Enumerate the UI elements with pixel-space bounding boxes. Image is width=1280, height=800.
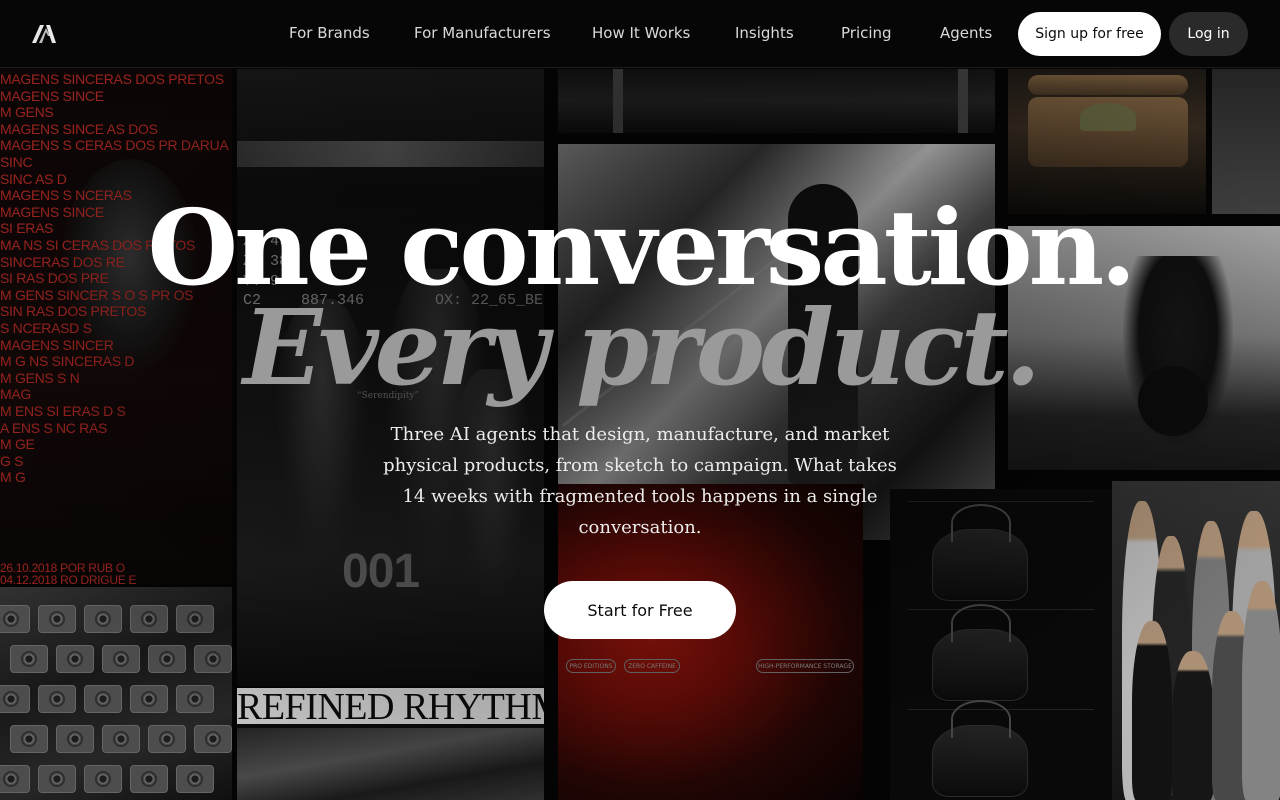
person-figure [1172, 651, 1214, 800]
handbag [932, 700, 1028, 797]
camera [10, 725, 48, 753]
camera [38, 605, 76, 633]
nav-link-for-brands[interactable]: For Brands [289, 24, 370, 42]
hero-subtitle: Three AI agents that design, manufacture… [383, 424, 897, 538]
camera [176, 605, 214, 633]
camera [194, 645, 232, 673]
camera [148, 645, 186, 673]
camera [38, 685, 76, 713]
brand-logo-icon[interactable] [31, 24, 57, 44]
pillar [613, 69, 623, 133]
start-for-free-button[interactable]: Start for Free [544, 581, 736, 639]
signup-button[interactable]: Sign up for free [1018, 12, 1161, 56]
camera [176, 765, 214, 793]
red-text-line: M GENS [0, 104, 54, 121]
light-bar [237, 141, 544, 167]
hero-headline-italic: Every product. [242, 286, 1041, 409]
camera [130, 685, 168, 713]
red-text-line: G S [0, 452, 24, 469]
handbag [932, 504, 1028, 601]
camera [194, 725, 232, 753]
handbag [932, 604, 1028, 701]
camera [10, 645, 48, 673]
fabric-photo [237, 728, 544, 800]
top-nav: For Brands For Manufacturers How It Work… [0, 0, 1280, 68]
camera [102, 645, 140, 673]
camera [148, 725, 186, 753]
camera [56, 725, 94, 753]
nav-link-pricing[interactable]: Pricing [841, 24, 892, 42]
camera [38, 765, 76, 793]
camera [56, 645, 94, 673]
camera [84, 685, 122, 713]
red-text-line: MAGENS S CERAS DOS PR DARUA [0, 137, 229, 154]
red-text-line: MAGENS SINCE AS DOS [0, 120, 158, 137]
camera [0, 605, 30, 633]
pill-label: HIGH-PERFORMANCE STORAGE [756, 659, 854, 673]
date-line: 04.12.2018 RO DRIGUE E [0, 573, 137, 584]
person-figure [1242, 581, 1280, 800]
pillar [958, 69, 968, 133]
refined-rhythm-title: REFINED RHYTHM [237, 688, 544, 728]
camera [176, 685, 214, 713]
nav-link-for-manufacturers[interactable]: For Manufacturers [414, 24, 551, 42]
login-button[interactable]: Log in [1169, 12, 1248, 56]
person-figure [1132, 621, 1172, 800]
group-portrait-tile [1112, 481, 1280, 800]
cameras-photo-tile [0, 587, 232, 800]
number-001: 001 [342, 545, 420, 598]
red-text-line: M GE [0, 436, 35, 453]
red-text-line: SINC AS D [0, 170, 67, 187]
car-interior-tile [558, 69, 995, 133]
camera [102, 725, 140, 753]
nav-link-agents[interactable]: Agents [940, 24, 992, 42]
red-text-line: SINC [0, 154, 33, 170]
red-text-line: A ENS S NC RAS [0, 419, 108, 436]
red-text-line: MAGENS SINCERAS DOS PRETOS [0, 71, 224, 87]
camera [0, 685, 30, 713]
camera [130, 605, 168, 633]
camera [84, 765, 122, 793]
camera [130, 765, 168, 793]
nav-link-insights[interactable]: Insights [735, 24, 794, 42]
camera [0, 765, 30, 793]
pill-label: PRO EDITIONS [566, 659, 616, 673]
photo-pane [1028, 75, 1188, 95]
red-text-line: MAGENS SINCE [0, 87, 104, 104]
pill-label: ZERO CAFFEINE [624, 659, 680, 673]
divider [908, 501, 1094, 502]
handbags-tile [890, 489, 1112, 800]
bucket-hat [1080, 103, 1136, 131]
red-text-line: M G [0, 469, 26, 486]
refined-rhythm-tile: REFINED RHYTHM [237, 688, 544, 800]
nav-link-how-it-works[interactable]: How It Works [592, 24, 690, 42]
camera [84, 605, 122, 633]
